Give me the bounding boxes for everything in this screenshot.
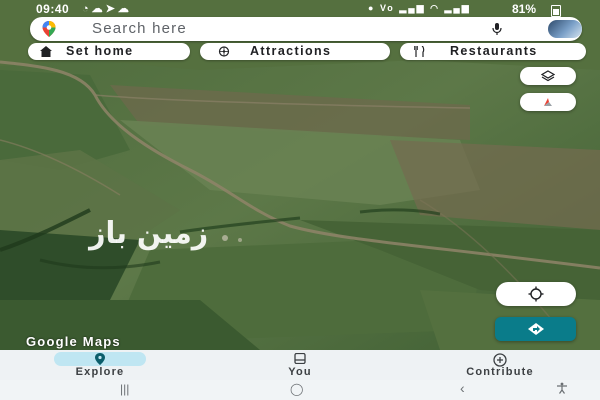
nav-contribute[interactable]: Contribute — [440, 350, 560, 380]
nav-label: Contribute — [466, 366, 534, 378]
chip-restaurants[interactable]: Restaurants — [400, 43, 586, 60]
chip-label: Set home — [66, 44, 134, 58]
my-location-button[interactable] — [496, 282, 576, 306]
cloud-icon: ☁ — [117, 3, 132, 15]
battery-icon — [551, 5, 561, 17]
telegram-icon: ➤ — [105, 3, 118, 15]
layers-icon — [541, 70, 555, 82]
cloud-icon: ☁ — [91, 3, 106, 15]
google-maps-logo-icon — [42, 21, 56, 37]
bookmark-icon — [294, 353, 306, 364]
restaurant-icon — [414, 46, 425, 57]
chip-set-home[interactable]: Set home — [28, 43, 190, 60]
status-time: 09:40 — [36, 2, 70, 16]
location-icon: ● — [368, 3, 376, 13]
signal-icon: ▂▄▆ — [444, 3, 471, 13]
volte-icon: Vo — [379, 3, 395, 13]
directions-icon — [527, 323, 544, 335]
accessibility-icon[interactable] — [556, 382, 568, 397]
compass-icon — [544, 98, 552, 106]
search-bar[interactable]: Search here — [30, 17, 582, 41]
bottom-navigation: Explore You Contribute — [0, 350, 600, 380]
nav-label: Explore — [75, 366, 125, 378]
nav-label: You — [288, 366, 312, 378]
add-circle-icon — [493, 353, 507, 367]
recents-button[interactable]: ||| — [120, 382, 129, 396]
notification-icons: ◔☁➤☁ — [82, 2, 132, 15]
nav-explore[interactable]: Explore — [40, 350, 160, 380]
status-bar: 09:40 ◔☁➤☁ ● Vo ▂▄▆ ◠ ▂▄▆ 81% — [0, 0, 600, 18]
chip-label: Restaurants — [450, 44, 538, 58]
crosshair-icon — [528, 286, 544, 302]
back-button[interactable]: ‹ — [460, 380, 465, 396]
home-icon — [40, 46, 52, 57]
chip-label: Attractions — [250, 44, 332, 58]
search-input[interactable]: Search here — [92, 20, 187, 37]
location-pin-icon — [95, 353, 105, 365]
compass-button[interactable] — [520, 93, 576, 111]
chip-attractions[interactable]: Attractions — [200, 43, 390, 60]
nav-you[interactable]: You — [250, 350, 350, 380]
signal-icon: ▂▄▆ — [399, 3, 426, 13]
map-watermark: زمین باز — [89, 216, 209, 251]
google-maps-attribution: Google Maps — [26, 334, 121, 349]
home-button[interactable]: ◯ — [290, 382, 303, 396]
wifi-icon: ◠ — [430, 3, 440, 13]
system-status-icons: ● Vo ▂▄▆ ◠ ▂▄▆ — [368, 3, 471, 14]
whatsapp-icon: ◔ — [82, 3, 92, 15]
avatar[interactable] — [548, 20, 582, 38]
layers-button[interactable] — [520, 67, 576, 85]
battery-percent: 81% — [512, 2, 537, 16]
attractions-icon — [218, 46, 230, 57]
system-navigation-bar: ||| ◯ ‹ — [0, 380, 600, 400]
mic-icon[interactable] — [490, 22, 504, 36]
directions-button[interactable] — [495, 317, 576, 341]
